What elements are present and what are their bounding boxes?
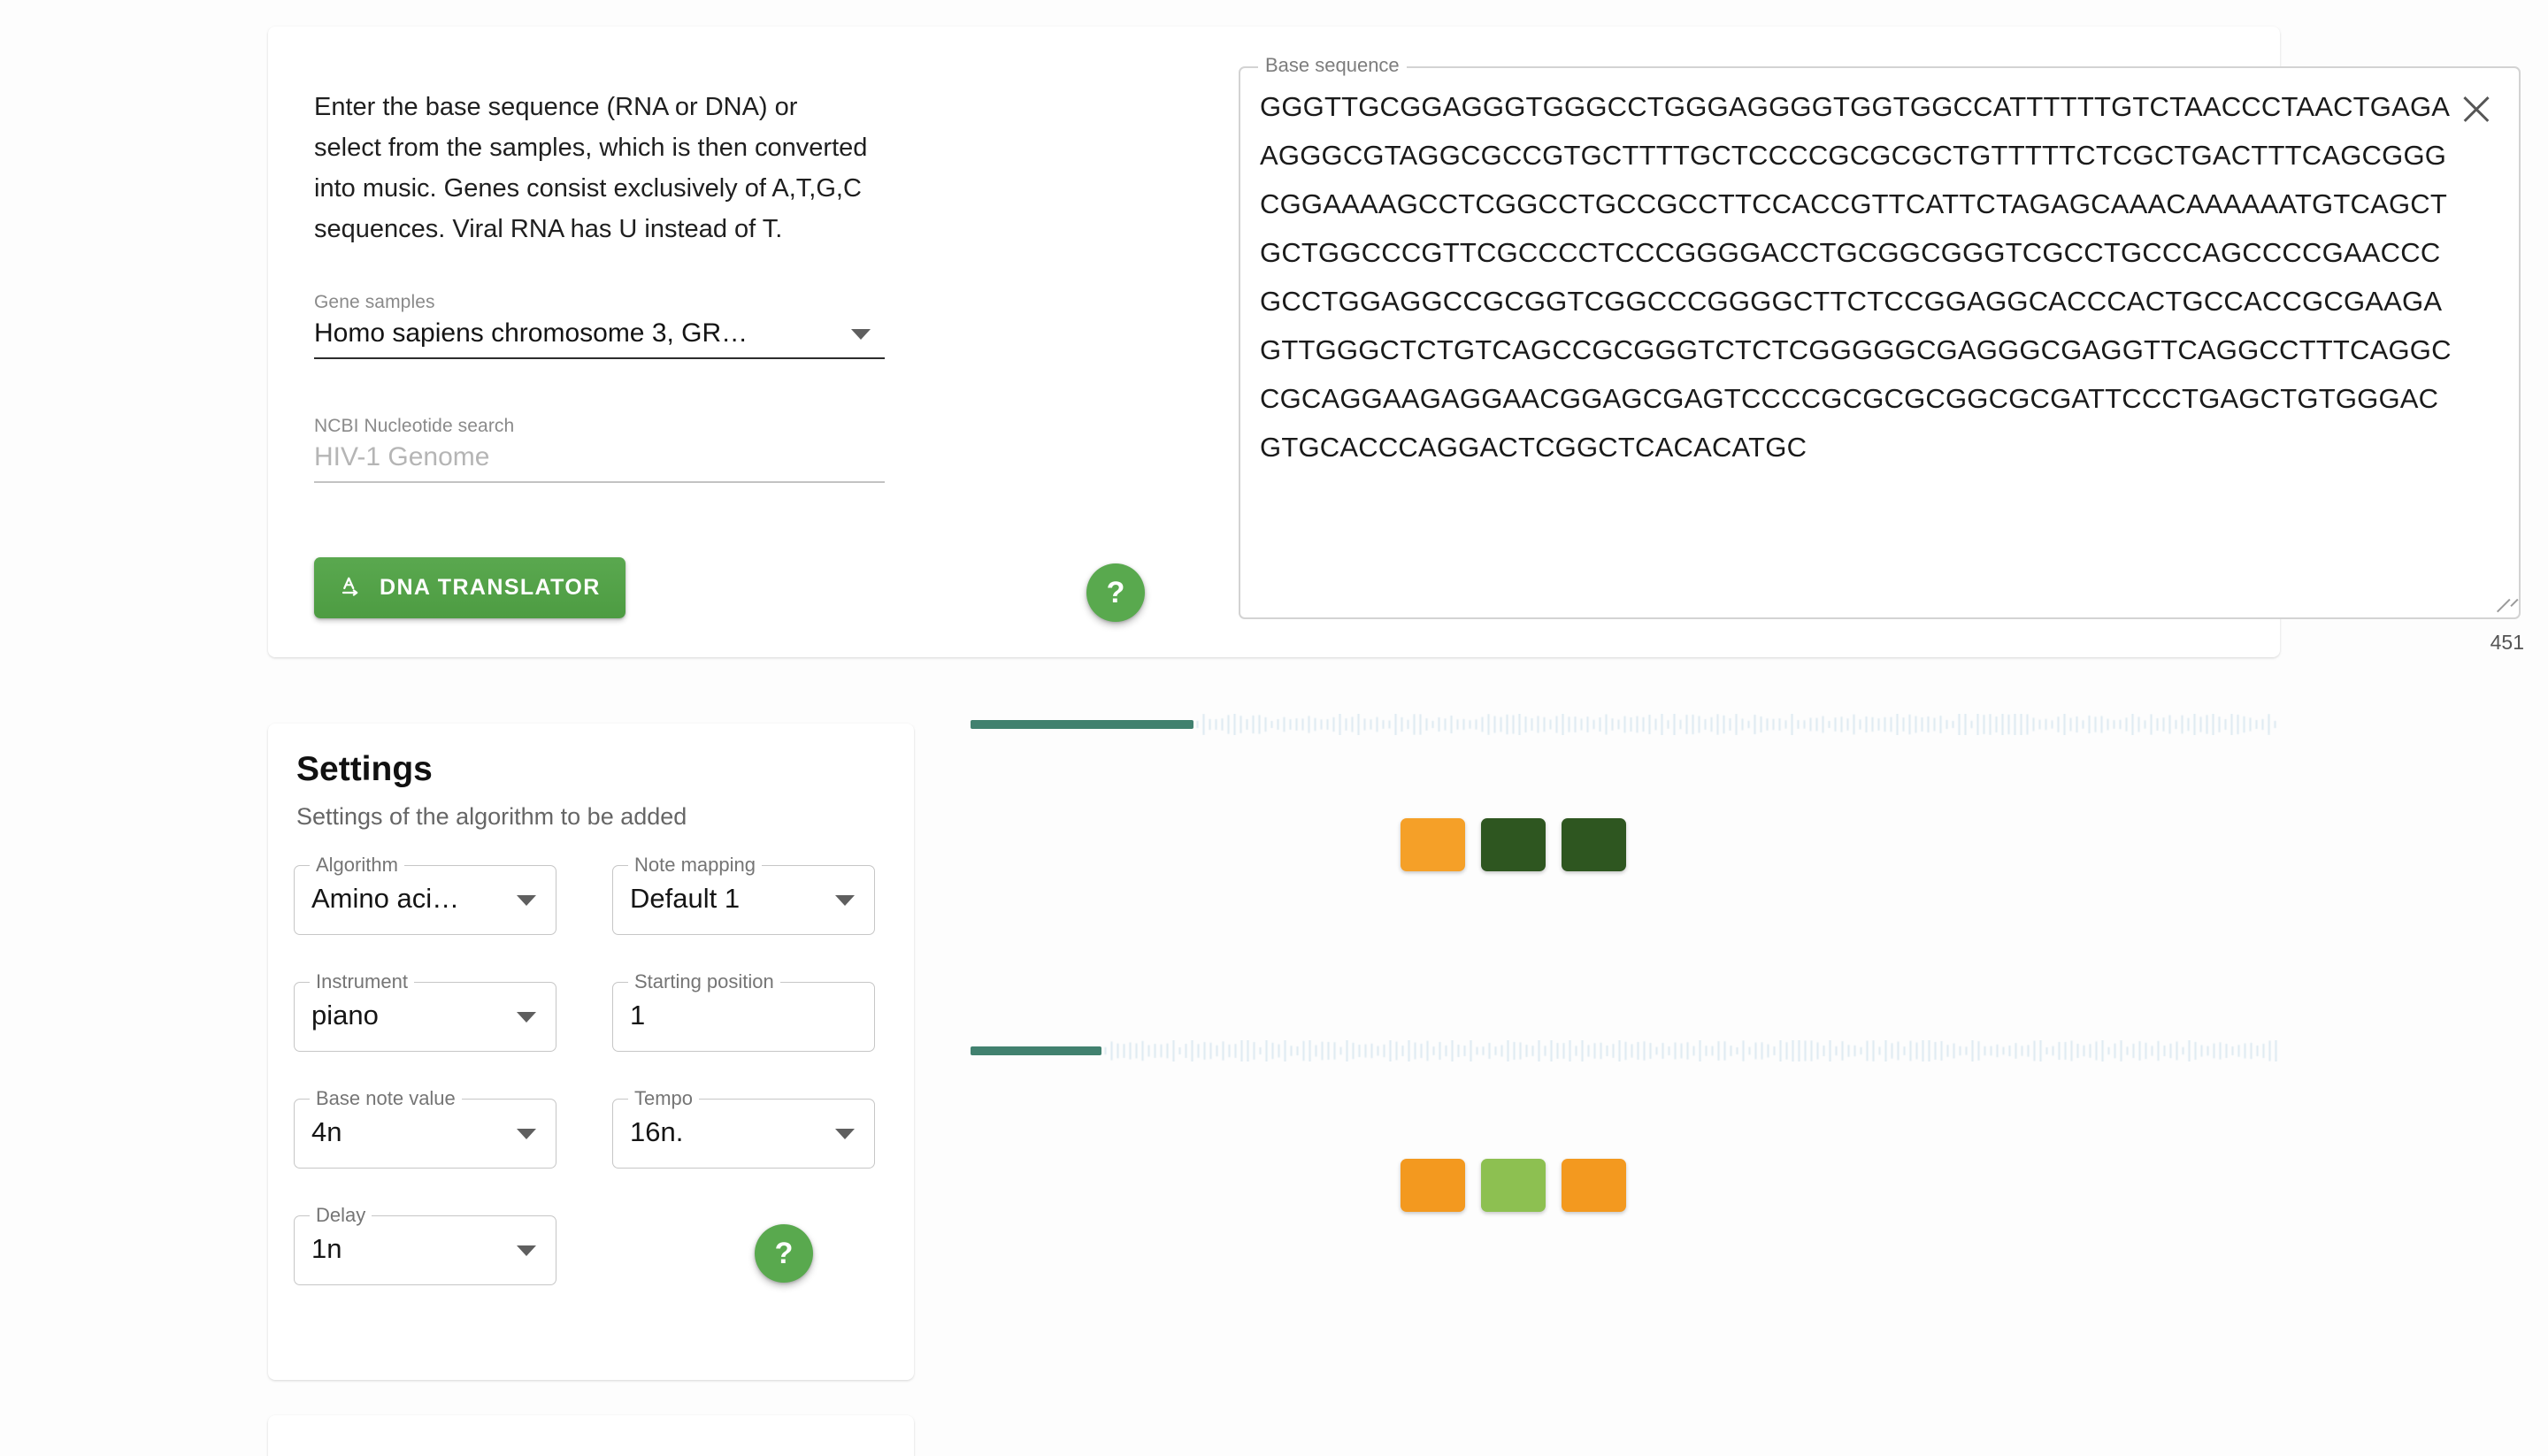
instrument-label: Instrument (310, 970, 414, 993)
base-sequence-text[interactable]: GGGTTGCGGAGGGTGGGCCTGGGAGGGGTGGTGGCCATTT… (1260, 82, 2454, 471)
ncbi-search-label: NCBI Nucleotide search (314, 416, 515, 436)
input-card: Enter the base sequence (RNA or DNA) or … (268, 27, 2524, 657)
codon-block[interactable] (1481, 818, 1546, 871)
chevron-down-icon[interactable] (835, 895, 855, 906)
gene-samples-value: Homo sapiens chromosome 3, GR… (314, 318, 748, 348)
codon-blocks-row-2 (1401, 1159, 1626, 1212)
intro-paragraph: Enter the base sequence (RNA or DNA) or … (314, 93, 868, 243)
sequence-char-count: 451 (2490, 631, 2524, 654)
starting-position-value: 1 (630, 1000, 646, 1031)
ncbi-search-input[interactable]: NCBI Nucleotide search HIV-1 Genome (314, 416, 885, 483)
codon-block[interactable] (1401, 818, 1465, 871)
chevron-down-icon[interactable] (851, 329, 871, 340)
settings-title: Settings (296, 750, 433, 788)
gene-samples-select[interactable]: Gene samples Homo sapiens chromosome 3, … (314, 292, 885, 359)
delay-select[interactable]: Delay 1n (294, 1204, 556, 1285)
chevron-down-icon[interactable] (517, 1129, 536, 1139)
algorithm-value: Amino aci… (311, 883, 460, 914)
starting-position-label: Starting position (628, 970, 780, 993)
base-note-value-select[interactable]: Base note value 4n (294, 1087, 556, 1169)
base-sequence-field[interactable]: Base sequence GGGTTGCGGAGGGTGGGCCTGGGAGG… (1239, 54, 2521, 619)
tempo-select[interactable]: Tempo 16n. (612, 1087, 875, 1169)
dna-translator-button[interactable]: DNA TRANSLATOR (314, 557, 625, 618)
delay-value: 1n (311, 1233, 342, 1264)
tempo-label: Tempo (628, 1087, 700, 1110)
help-icon: ? (1106, 575, 1125, 609)
track-progress-2[interactable] (971, 1046, 1101, 1055)
delay-label: Delay (310, 1204, 372, 1227)
clear-sequence-button[interactable] (2458, 90, 2495, 127)
note-mapping-label: Note mapping (628, 854, 762, 877)
chevron-down-icon[interactable] (517, 1012, 536, 1023)
translate-icon (339, 575, 365, 602)
ncbi-search-underline (314, 481, 885, 483)
algorithm-select[interactable]: Algorithm Amino aci… (294, 854, 556, 935)
next-section-card (268, 1415, 914, 1456)
help-button-settings[interactable]: ? (755, 1224, 813, 1283)
ncbi-search-placeholder: HIV-1 Genome (314, 442, 490, 471)
waveform-track-2[interactable] (971, 1040, 2280, 1061)
note-mapping-select[interactable]: Note mapping Default 1 (612, 854, 875, 935)
waveform-canvas-2 (971, 1040, 2280, 1061)
codon-blocks-row-1 (1401, 818, 1626, 871)
codon-block[interactable] (1562, 1159, 1626, 1212)
dna-translator-label: DNA TRANSLATOR (380, 575, 601, 600)
help-button-input[interactable]: ? (1086, 563, 1145, 622)
waveform-track-1[interactable] (971, 714, 2280, 735)
codon-block[interactable] (1401, 1159, 1465, 1212)
codon-block[interactable] (1562, 818, 1626, 871)
instrument-select[interactable]: Instrument piano (294, 970, 556, 1052)
settings-subtitle: Settings of the algorithm to be added (296, 803, 687, 830)
tempo-value: 16n. (630, 1116, 684, 1147)
gene-samples-label: Gene samples (314, 292, 435, 312)
codon-block[interactable] (1481, 1159, 1546, 1212)
instrument-value: piano (311, 1000, 379, 1031)
chevron-down-icon[interactable] (517, 895, 536, 906)
base-sequence-legend: Base sequence (1258, 54, 1407, 77)
starting-position-input[interactable]: Starting position 1 (612, 970, 875, 1052)
gene-samples-underline (314, 357, 885, 359)
base-note-value-label: Base note value (310, 1087, 462, 1110)
help-icon: ? (774, 1236, 794, 1270)
chevron-down-icon[interactable] (835, 1129, 855, 1139)
chevron-down-icon[interactable] (517, 1245, 536, 1256)
base-note-value-value: 4n (311, 1116, 342, 1147)
note-mapping-value: Default 1 (630, 883, 741, 914)
resize-handle-icon[interactable] (2496, 595, 2515, 615)
algorithm-label: Algorithm (310, 854, 404, 877)
track-progress-1[interactable] (971, 720, 1193, 729)
